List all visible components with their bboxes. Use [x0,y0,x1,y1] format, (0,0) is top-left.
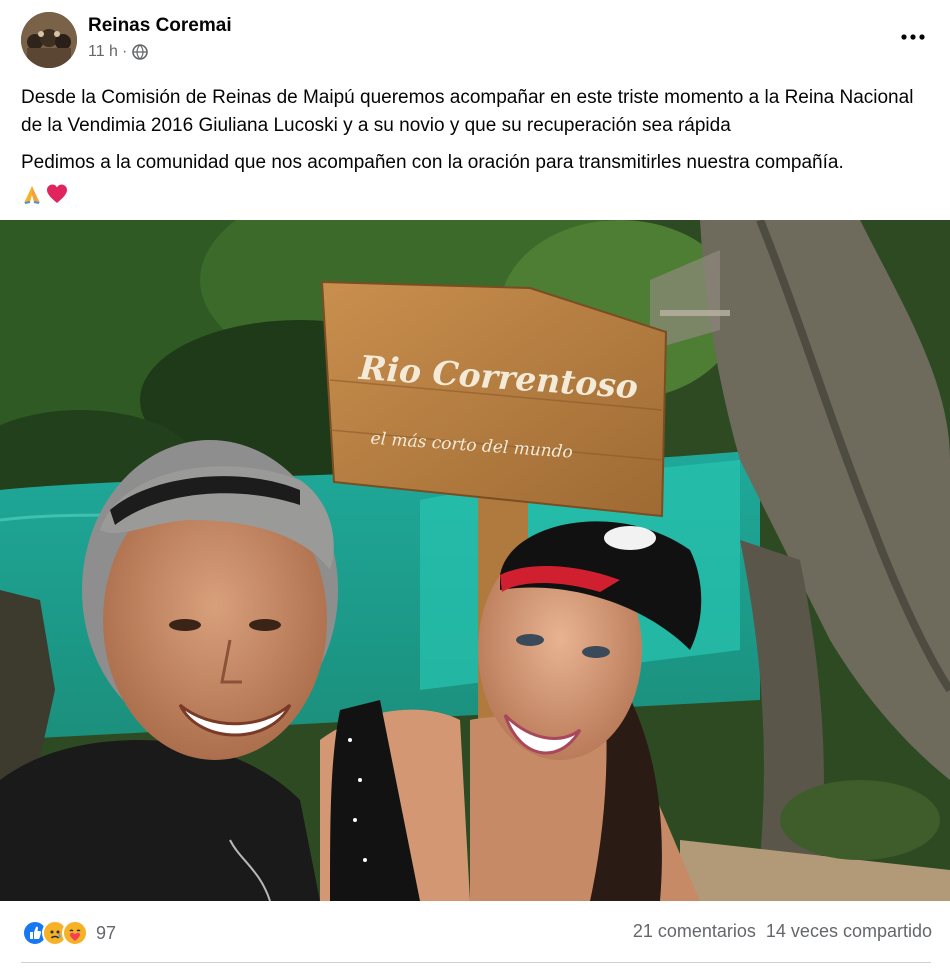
care-icon [62,920,88,946]
reaction-count: 97 [96,922,117,943]
more-horizontal-icon [901,34,925,40]
red-heart-icon [46,183,68,205]
post-footer: 97 21 comentarios 14 veces compartido [0,902,950,968]
post-time[interactable]: 11 h [88,43,118,61]
post-paragraph: Desde la Comisión de Reinas de Maipú que… [21,87,914,136]
post-photo[interactable]: Rio Correntoso el más corto del mundo [0,220,950,901]
folded-hands-icon [21,183,43,205]
avatar-image [21,12,77,68]
more-options-button[interactable] [896,22,930,52]
post-text: Desde la Comisión de Reinas de Maipú que… [21,84,933,207]
post-paragraph: Pedimos a la comunidad que nos acompañen… [21,152,844,173]
post-header: Reinas Coremai 11 h · [0,0,950,72]
photo-image: Rio Correntoso el más corto del mundo [0,220,950,901]
author-name[interactable]: Reinas Coremai [88,15,232,37]
reactions-summary[interactable]: 97 [22,920,116,946]
comments-count[interactable]: 21 comentarios [633,921,756,942]
globe-icon [132,44,149,60]
post-meta: 11 h · [88,43,149,61]
shares-count[interactable]: 14 veces compartido [766,921,932,942]
footer-divider [21,962,931,963]
author-avatar[interactable] [21,12,77,68]
meta-separator: · [121,43,128,60]
engagement-summary: 21 comentarios 14 veces compartido [633,921,932,942]
emoji-line [21,181,933,207]
